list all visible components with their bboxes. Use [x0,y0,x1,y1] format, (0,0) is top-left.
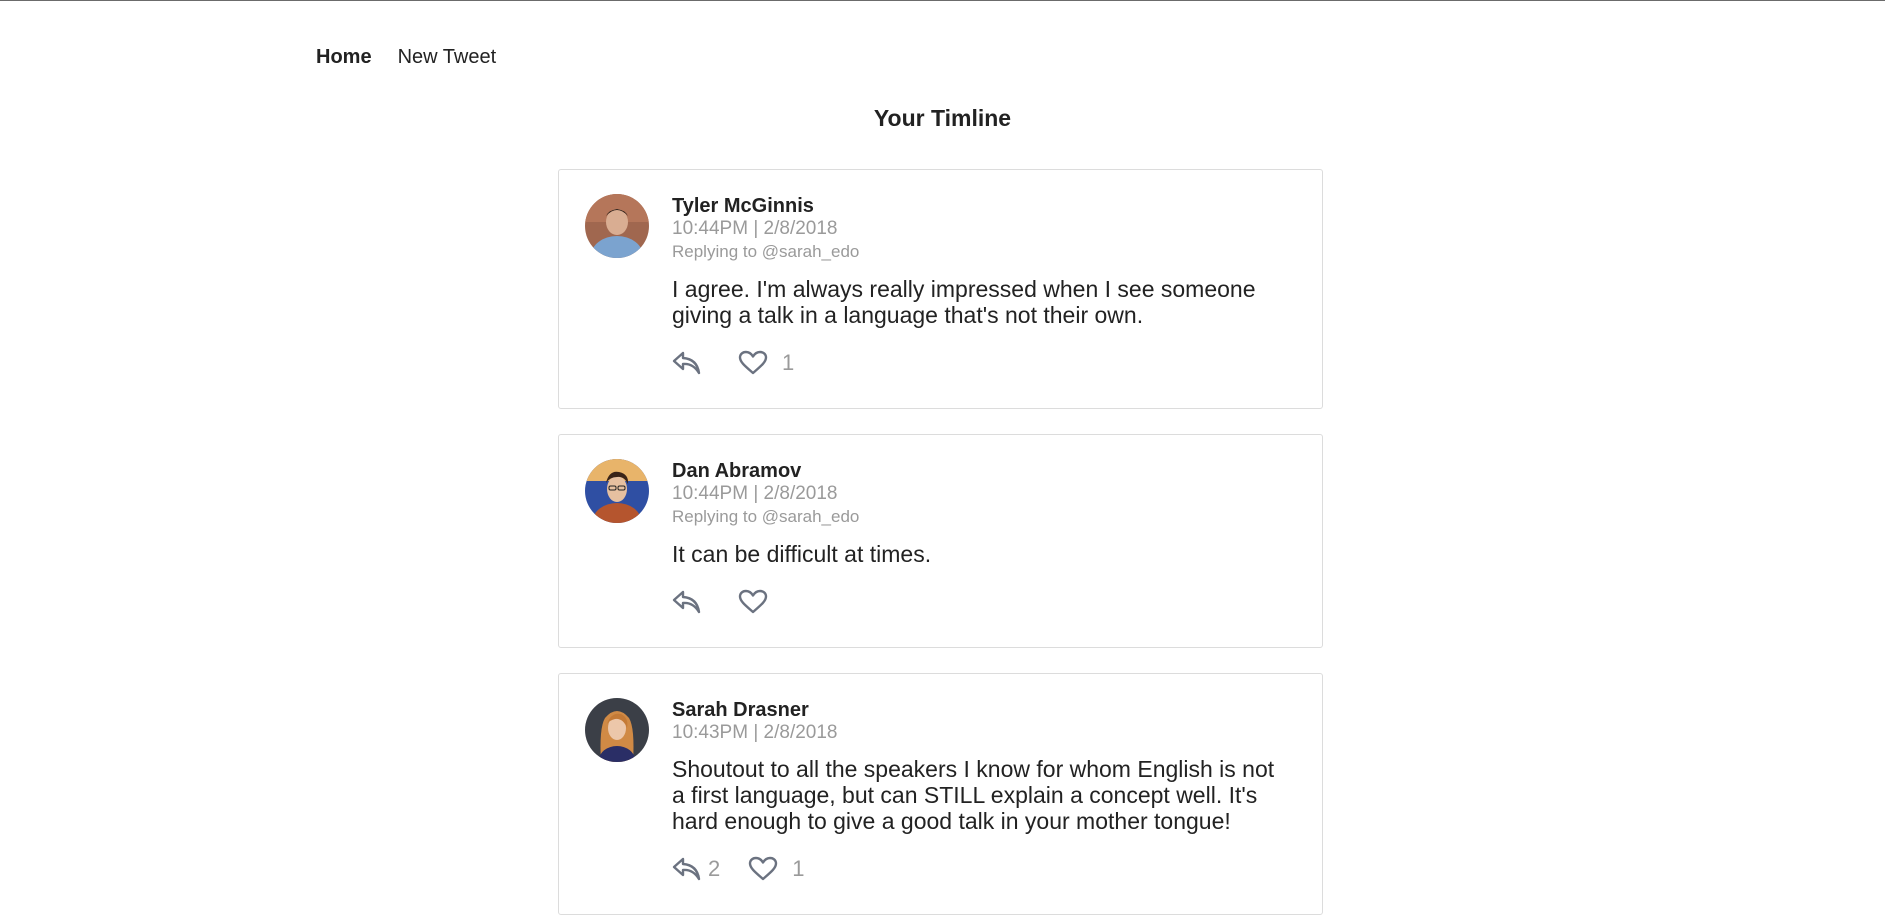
tweet-author: Sarah Drasner [672,699,809,721]
nav-home-link[interactable]: Home [316,46,372,69]
tweet-actions [672,587,1292,617]
reply-icon [672,351,701,375]
tweet-actions: 1 [672,348,1292,378]
nav-new-tweet-link[interactable]: New Tweet [398,46,497,69]
avatar [585,698,649,762]
page-title: Your Timline [873,105,1012,131]
tweet-timestamp: 10:44PM | 2/8/2018 [672,218,838,239]
reply-button[interactable] [672,589,708,615]
tweet-author: Tyler McGinnis [672,195,814,217]
reply-count: 2 [708,856,721,881]
top-nav: Home New Tweet [316,46,496,69]
tweet-text: It can be difficult at times. [672,541,932,567]
like-button[interactable] [738,589,782,615]
avatar [585,194,649,258]
reply-button[interactable]: 2 [672,856,720,882]
timeline: Tyler McGinnis 10:44PM | 2/8/2018 Replyi… [558,169,1323,916]
tweet-text: I agree. I'm always really impressed whe… [672,276,1256,328]
tweet-replying-to[interactable]: Replying to @sarah_edo [672,240,1292,264]
tweet-card[interactable]: Tyler McGinnis 10:44PM | 2/8/2018 Replyi… [558,169,1323,409]
heart-icon [749,856,778,881]
tweet-card[interactable]: Dan Abramov 10:44PM | 2/8/2018 Replying … [558,434,1323,648]
heart-icon [738,350,768,375]
reply-button[interactable] [672,350,708,376]
tweet-author: Dan Abramov [672,460,802,482]
reply-icon [672,857,701,881]
avatar-dan-icon [585,459,649,523]
like-count: 1 [792,856,805,881]
like-button[interactable]: 1 [748,856,805,882]
reply-icon [672,590,701,614]
tweet-card[interactable]: Sarah Drasner 10:43PM | 2/8/2018 Shoutou… [558,673,1323,915]
tweet-replying-to[interactable]: Replying to @sarah_edo [672,505,1292,529]
like-count: 1 [782,350,795,375]
tweet-timestamp: 10:44PM | 2/8/2018 [672,483,838,504]
heart-icon [738,589,768,614]
avatar [585,459,649,523]
tweet-timestamp: 10:43PM | 2/8/2018 [672,722,838,743]
avatar-tyler-icon [585,194,649,258]
tweet-text: Shoutout to all the speakers I know for … [672,756,1275,834]
tweet-actions: 2 1 [672,854,1292,884]
like-button[interactable]: 1 [738,350,794,376]
avatar-sarah-icon [585,698,649,762]
